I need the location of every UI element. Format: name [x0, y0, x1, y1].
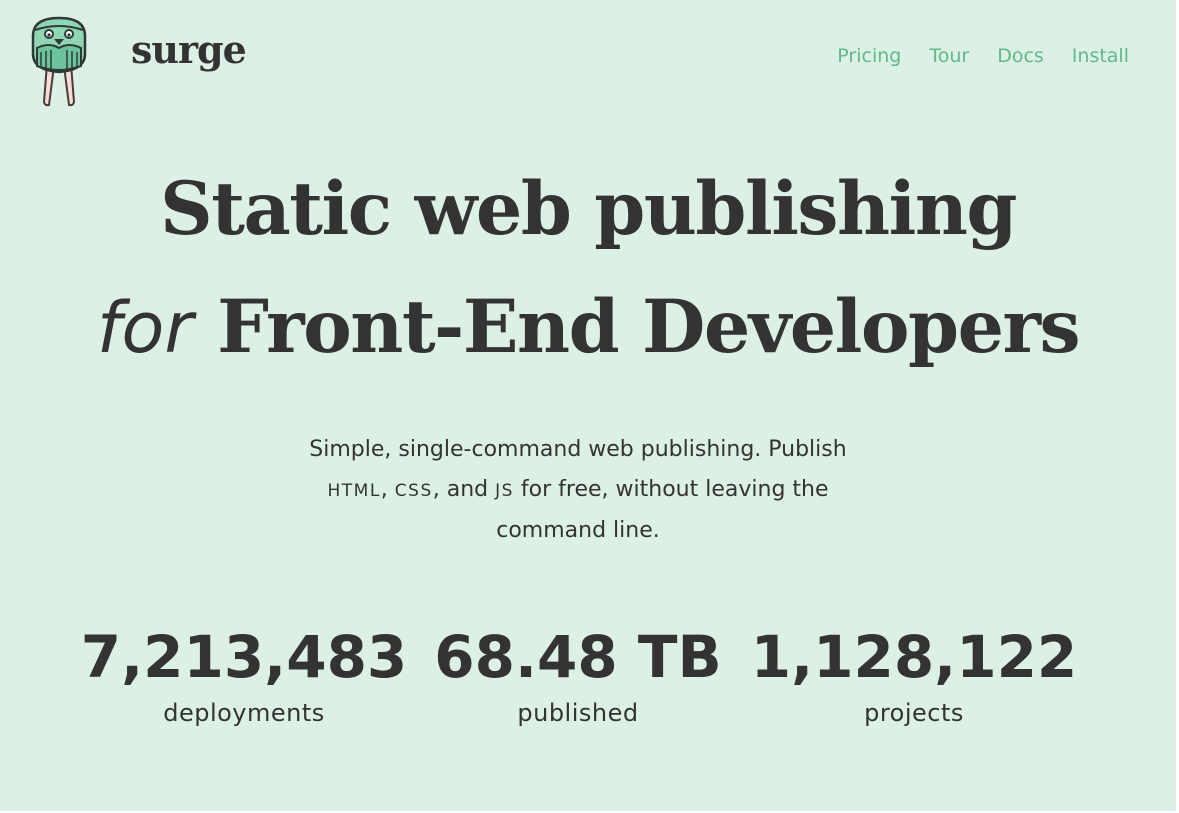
subtitle-sep-2: , and — [432, 477, 496, 502]
hero-subtitle: Simple, single-command web publishing. P… — [268, 430, 888, 551]
subtitle-sep-1: , — [380, 477, 395, 502]
stat-published: 68.48 TB published — [398, 618, 758, 730]
walrus-mascot-icon[interactable] — [27, 14, 91, 108]
nav-link-docs[interactable]: Docs — [997, 42, 1044, 70]
hero-line-2-rest: Front-End Developers — [217, 284, 1081, 370]
nav-link-tour[interactable]: Tour — [929, 42, 969, 70]
hero-heading: Static web publishing for Front-End Deve… — [0, 150, 1176, 387]
stat-label: projects — [864, 699, 964, 727]
stat-deployments: 7,213,483 deployments — [64, 618, 424, 730]
page-background: surge Pricing Tour Docs Install Static w… — [0, 0, 1176, 811]
nav-link-pricing[interactable]: Pricing — [837, 42, 901, 70]
stat-projects: 1,128,122 projects — [734, 618, 1094, 730]
hero-line-1: Static web publishing — [160, 166, 1017, 252]
stat-label: deployments — [163, 699, 325, 727]
hero-line-2: for Front-End Developers — [0, 268, 1176, 387]
subtitle-js: JS — [495, 481, 514, 501]
stat-label: published — [517, 699, 639, 727]
top-nav: Pricing Tour Docs Install — [837, 42, 1129, 70]
subtitle-css: CSS — [394, 481, 433, 501]
stat-value: 68.48 TB — [434, 623, 722, 691]
subtitle-part-3: command line. — [496, 518, 660, 543]
brand-logo-text[interactable]: surge — [131, 24, 247, 76]
nav-link-install[interactable]: Install — [1072, 42, 1129, 70]
hero-italic-for: for — [96, 287, 194, 369]
stat-value: 7,213,483 — [80, 623, 408, 691]
stat-value: 1,128,122 — [750, 623, 1078, 691]
subtitle-html: HTML — [327, 481, 381, 501]
subtitle-part-2: for free, without leaving the — [513, 477, 829, 502]
stats-section: 7,213,483 deployments 68.48 TB published… — [0, 618, 1176, 748]
subtitle-part-1: Simple, single-command web publishing. P… — [309, 437, 847, 462]
